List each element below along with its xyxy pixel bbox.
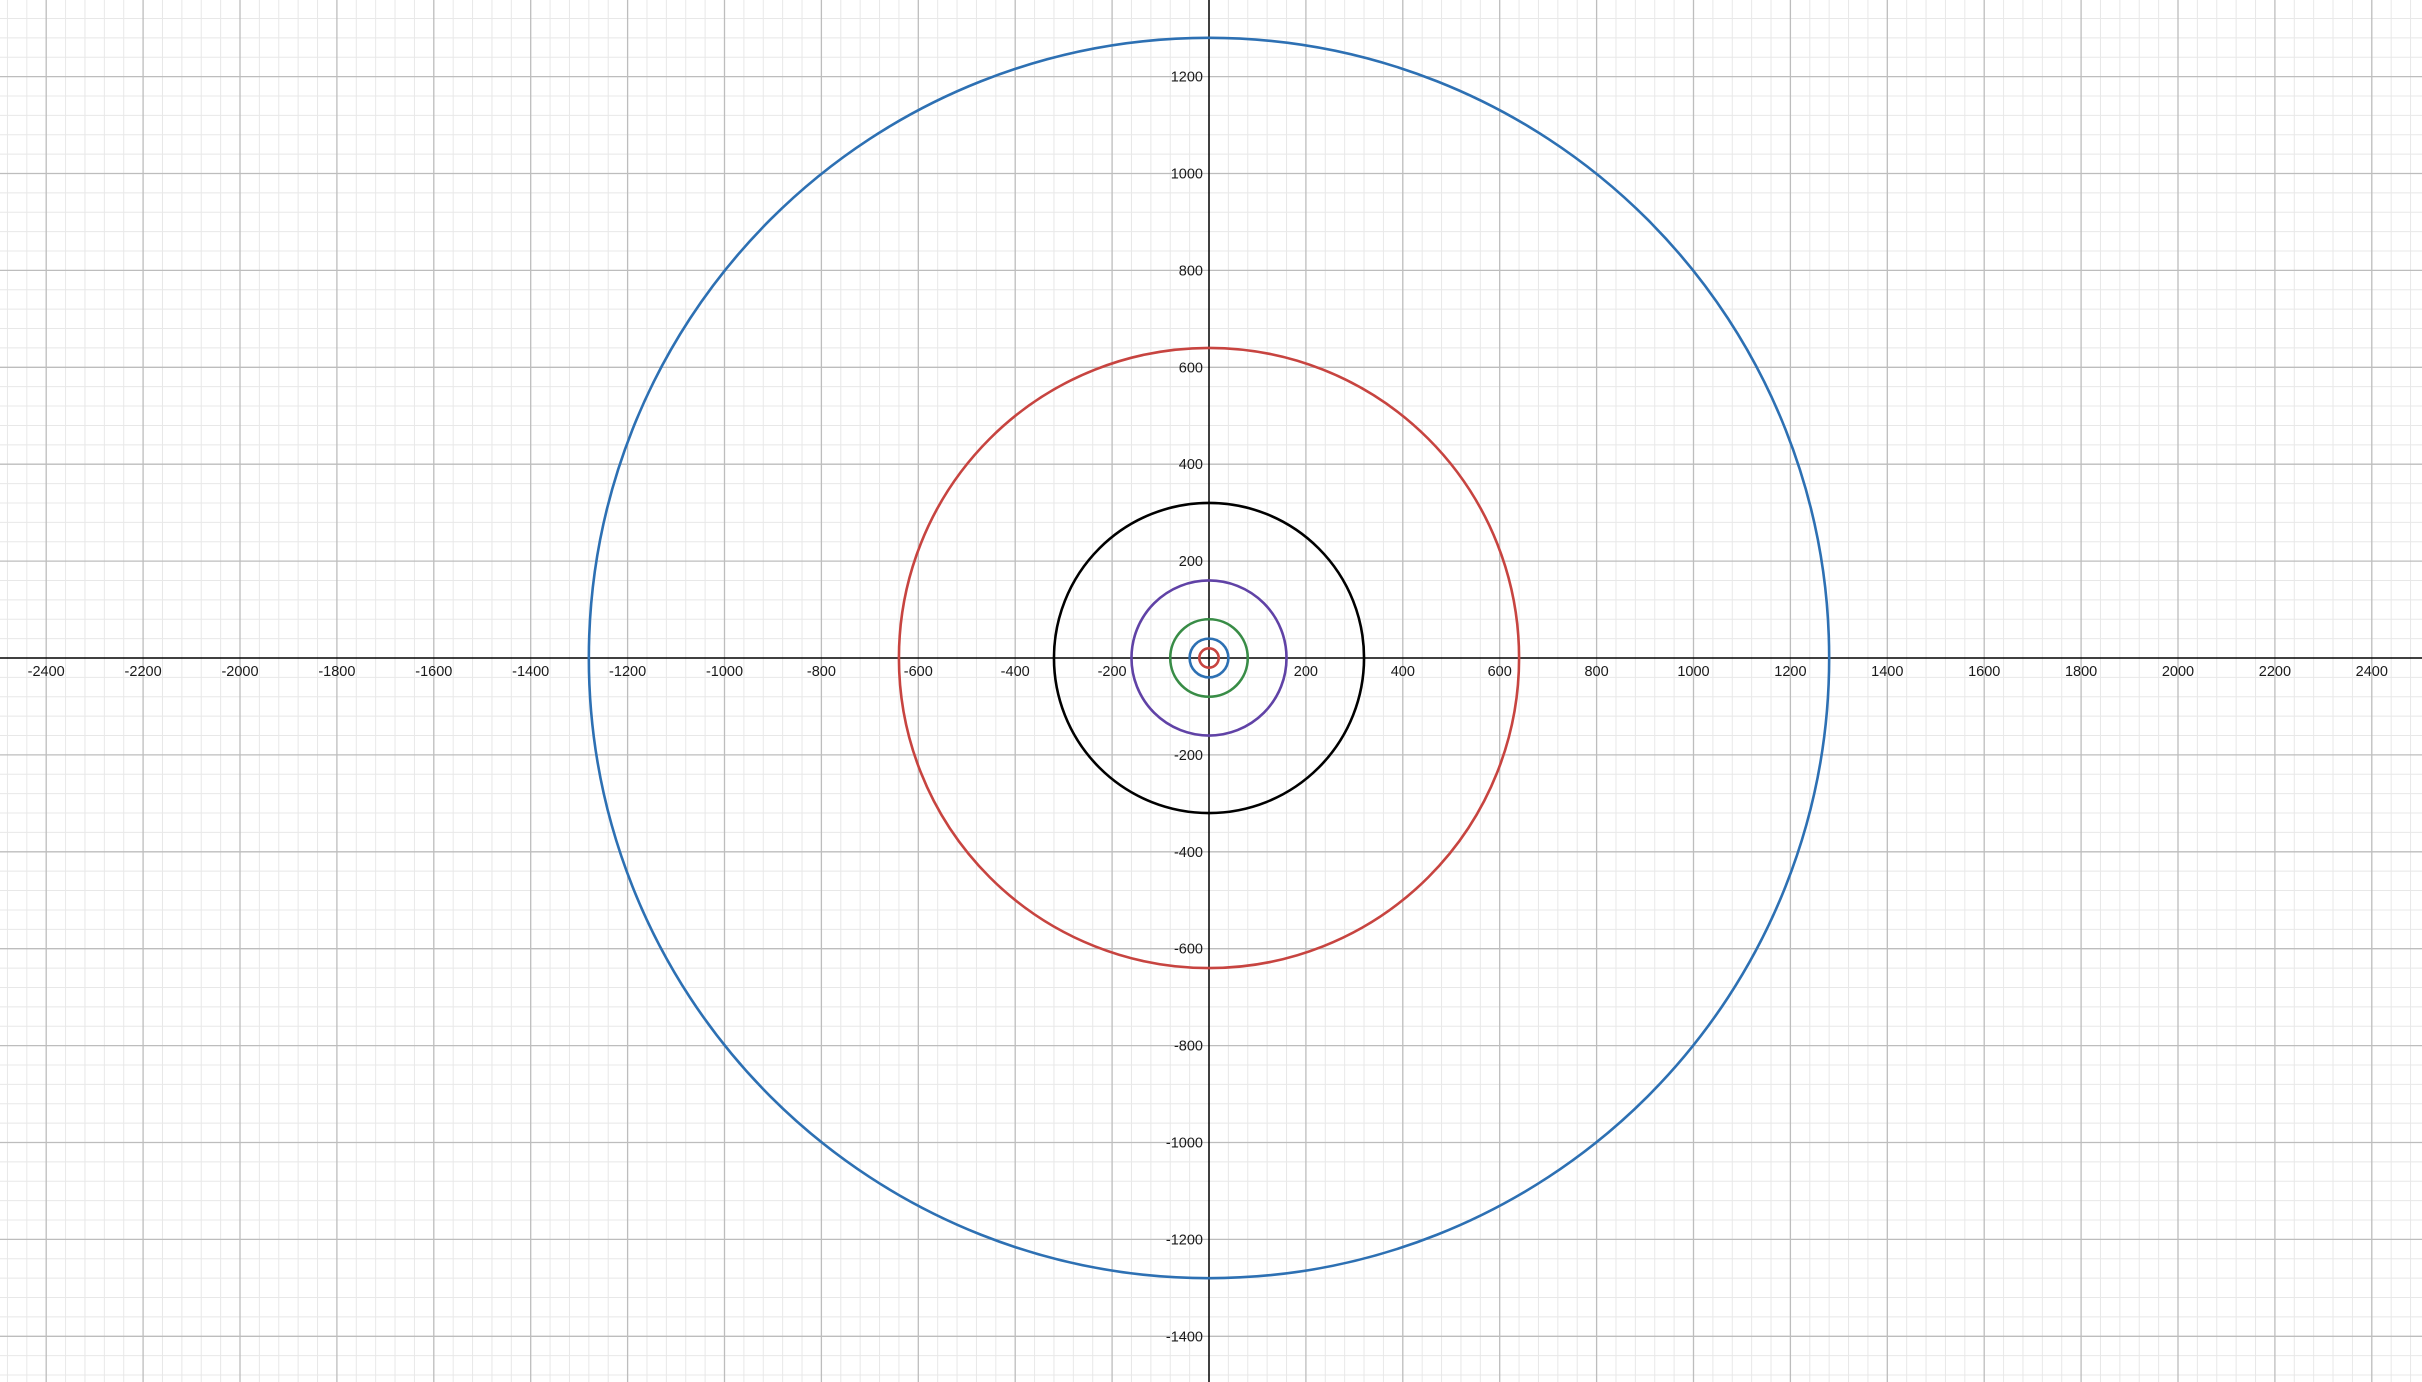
x-tick-label: -1600: [415, 664, 452, 680]
x-tick-label: 1200: [1774, 664, 1806, 680]
y-tick-label: -600: [1174, 942, 1203, 958]
x-tick-label: 600: [1488, 664, 1512, 680]
y-tick-label: -800: [1174, 1039, 1203, 1055]
x-tick-label: 2400: [2356, 664, 2388, 680]
y-tick-label: 200: [1179, 554, 1203, 570]
x-tick-label: 2200: [2259, 664, 2291, 680]
x-tick-label: 1400: [1871, 664, 1903, 680]
y-tick-label: 400: [1179, 457, 1203, 473]
x-tick-label: 1000: [1677, 664, 1709, 680]
x-tick-label: -2000: [221, 664, 258, 680]
y-tick-label: 800: [1179, 263, 1203, 279]
y-tick-label: -1400: [1166, 1329, 1203, 1345]
x-tick-label: -2200: [125, 664, 162, 680]
y-tick-label: 1000: [1171, 167, 1203, 183]
x-tick-label: 400: [1391, 664, 1415, 680]
x-tick-label: -200: [1098, 664, 1127, 680]
x-tick-label: -1000: [706, 664, 743, 680]
y-tick-label: -1200: [1166, 1232, 1203, 1248]
x-tick-label: -2400: [28, 664, 65, 680]
graph-canvas[interactable]: -2400 -2200 -2000 -1800 -1600 -1400 -1200 -1000…: [0, 0, 2422, 1382]
x-tick-label: 1800: [2065, 664, 2097, 680]
x-tick-label: -1800: [318, 664, 355, 680]
y-tick-label: -1000: [1166, 1136, 1203, 1152]
x-tick-label: 2000: [2162, 664, 2194, 680]
x-tick-label: 200: [1294, 664, 1318, 680]
x-tick-label: 1600: [1968, 664, 2000, 680]
x-tick-label: -1400: [512, 664, 549, 680]
y-tick-label: -200: [1174, 748, 1203, 764]
x-tick-label: -800: [807, 664, 836, 680]
x-tick-label: 800: [1584, 664, 1608, 680]
graph-background: [0, 0, 2422, 1382]
x-tick-label: -400: [1001, 664, 1030, 680]
y-tick-label: 1200: [1171, 70, 1203, 86]
x-tick-label: -600: [904, 664, 933, 680]
y-tick-label: -400: [1174, 845, 1203, 861]
x-tick-label: -1200: [609, 664, 646, 680]
y-tick-label: 600: [1179, 360, 1203, 376]
